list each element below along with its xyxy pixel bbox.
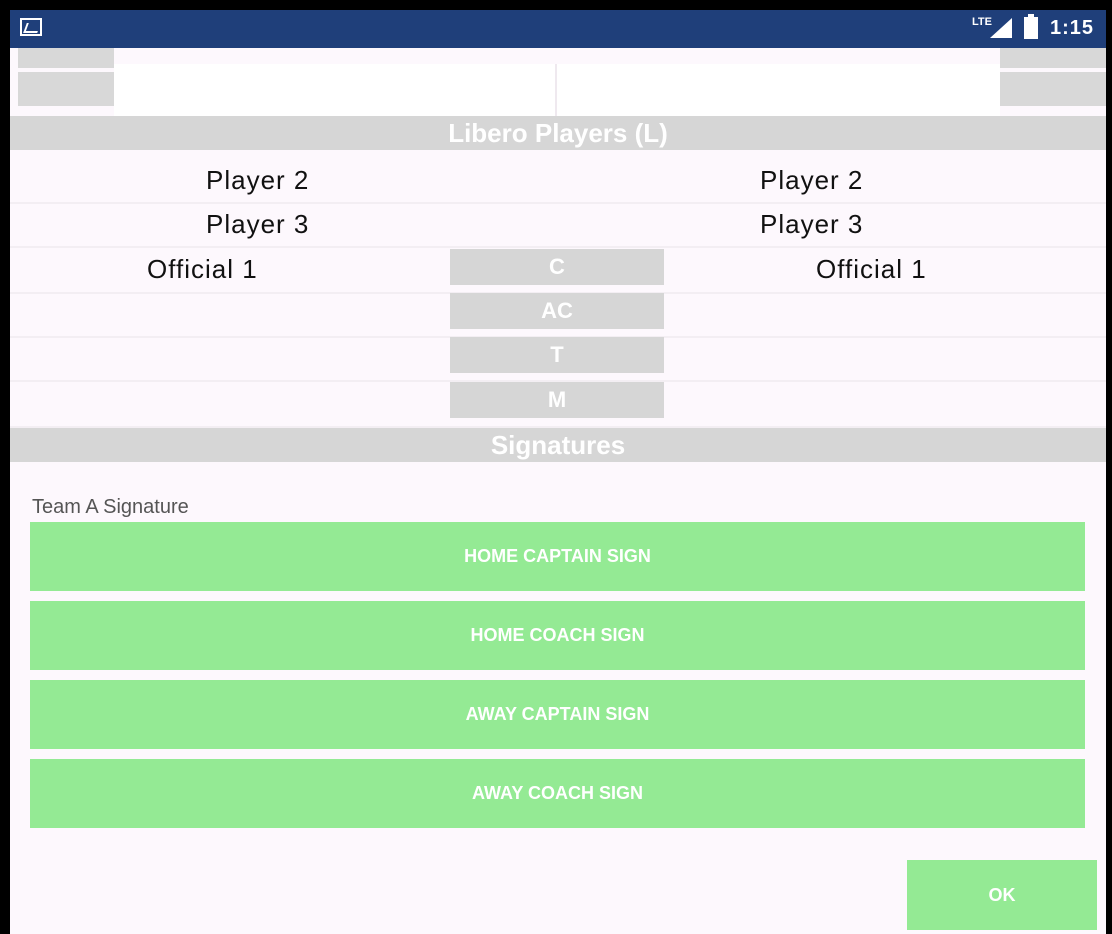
clock: 1:15 <box>1049 16 1094 39</box>
away-coach-sign-button[interactable]: AWAY COACH SIGN <box>30 759 1085 828</box>
team-a-number-cell <box>18 72 114 106</box>
team-a-official[interactable]: Official 1 <box>147 254 258 285</box>
role-captain-button[interactable]: C <box>450 249 664 285</box>
libero-section-header: Libero Players (L) <box>10 116 1106 150</box>
status-bar: LTE 1:15 <box>10 10 1106 48</box>
signatures-section-header: Signatures <box>10 428 1106 462</box>
network-type: LTE <box>971 16 992 28</box>
gallery-notification-icon <box>20 18 42 36</box>
team-b-row-cell <box>1000 48 1106 68</box>
team-b-libero-player: Player 2 <box>760 165 864 195</box>
away-captain-sign-button[interactable]: AWAY CAPTAIN SIGN <box>30 680 1085 749</box>
home-captain-sign-button[interactable]: HOME CAPTAIN SIGN <box>30 522 1085 591</box>
team-a-libero-player: Player 3 <box>206 209 310 239</box>
role-manager-button[interactable]: M <box>450 382 664 418</box>
home-coach-sign-button[interactable]: HOME COACH SIGN <box>30 601 1085 670</box>
team-a-libero-player: Player 2 <box>206 165 310 195</box>
team-b-number-cell <box>1000 72 1106 106</box>
team-signature-label: Team A Signature <box>32 496 189 518</box>
lte-signal-icon: LTE <box>972 16 1012 40</box>
battery-icon <box>1023 14 1038 39</box>
previous-row <box>114 64 1000 116</box>
ok-button[interactable]: OK <box>907 860 1097 930</box>
team-a-row-cell <box>18 48 114 68</box>
team-b-official[interactable]: Official 1 <box>816 254 927 285</box>
app-screen: LTE 1:15 Libero Players (L) Player 2 Pla… <box>10 10 1106 934</box>
libero-row[interactable]: Player 3 Player 3 <box>10 202 1106 248</box>
role-assistant-coach-button[interactable]: AC <box>450 293 664 329</box>
team-b-libero-player: Player 3 <box>760 209 864 239</box>
status-indicators: LTE 1:15 <box>972 14 1094 40</box>
libero-row[interactable]: Player 2 Player 2 <box>10 158 1106 204</box>
column-divider <box>555 64 557 116</box>
role-trainer-button[interactable]: T <box>450 337 664 373</box>
